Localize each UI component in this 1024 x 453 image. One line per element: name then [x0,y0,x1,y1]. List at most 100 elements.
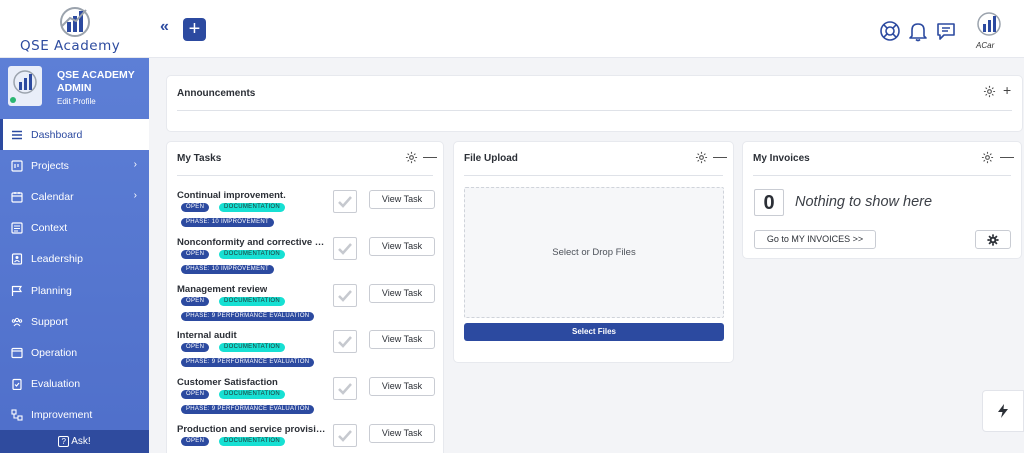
task-title: Customer Satisfaction [177,377,278,388]
task-complete-checkbox[interactable] [333,237,357,260]
minimize-icon[interactable]: — [423,149,437,163]
phase-badge: PHASE: 9 PERFORMANCE EVALUATION [181,405,315,414]
sidebar-item-dashboard[interactable]: Dashboard [0,119,149,151]
task-item: Customer Satisfaction OPEN DOCUMENTATION… [177,377,437,424]
bell-icon[interactable] [907,20,929,42]
gear-icon[interactable] [981,151,994,164]
task-complete-checkbox[interactable] [333,284,357,307]
view-task-button[interactable]: View Task [369,284,435,303]
divider [464,175,723,176]
type-badge: DOCUMENTATION [219,203,286,212]
edit-profile-link[interactable]: Edit Profile [57,97,96,106]
sidebar-item-support[interactable]: Support [0,306,149,337]
announcements-title: Announcements [177,88,256,99]
gear-icon[interactable] [695,151,708,164]
file-dropzone[interactable]: Select or Drop Files [464,187,724,318]
view-task-button[interactable]: View Task [369,237,435,256]
gear-icon[interactable] [983,85,996,98]
task-complete-checkbox[interactable] [333,424,357,447]
profile-avatar[interactable] [8,66,42,106]
sidebar-item-improvement[interactable]: Improvement [0,400,149,431]
sidebar-item-label: Support [31,315,68,328]
task-complete-checkbox[interactable] [333,330,357,353]
check-icon [338,290,352,302]
check-icon [338,336,352,348]
type-badge: DOCUMENTATION [219,250,286,259]
announcements-card: Announcements + [166,75,1023,132]
status-badge: OPEN [181,203,210,212]
task-title: Internal audit [177,330,237,341]
invoice-count: 0 [754,189,784,216]
divider [753,175,1011,176]
question-icon: ? [58,436,70,447]
sidebar-item-calendar[interactable]: Calendar › [0,181,149,212]
add-button[interactable]: + [183,18,206,41]
type-badge: DOCUMENTATION [219,297,286,306]
type-badge: DOCUMENTATION [219,437,286,446]
sidebar-item-context[interactable]: Context [0,213,149,244]
task-complete-checkbox[interactable] [333,377,357,400]
check-icon [338,383,352,395]
my-invoices-card: My Invoices — 0 Nothing to show here Go … [742,141,1022,259]
view-task-button[interactable]: View Task [369,190,435,209]
add-icon[interactable]: + [1003,83,1011,97]
gear-icon[interactable] [405,151,418,164]
view-task-button[interactable]: View Task [369,377,435,396]
quick-action-button[interactable] [982,390,1024,432]
sidebar-item-planning[interactable]: Planning [0,275,149,306]
avatar-logo-icon [10,70,37,103]
sidebar-item-projects[interactable]: Projects › [0,150,149,181]
sidebar-item-evaluation[interactable]: Evaluation [0,369,149,400]
user-avatar[interactable]: ACar [970,10,1008,50]
task-item: Nonconformity and corrective a... OPEN D… [177,237,437,284]
avatar-logo-icon [977,12,1001,36]
select-files-button[interactable]: Select Files [464,323,724,341]
profile-name: QSE ACADEMY ADMIN [57,69,135,95]
sidebar-item-label: Improvement [31,409,93,422]
task-title: Continual improvement. [177,190,286,201]
task-title: Nonconformity and corrective a... [177,237,325,248]
view-task-button[interactable]: View Task [369,330,435,349]
context-icon [10,221,24,235]
sidebar-item-leadership[interactable]: Leadership [0,244,149,275]
brand-logo[interactable]: QSE Academy [18,4,133,54]
task-title: Management review [177,284,268,295]
sidebar-item-label: Context [31,222,68,235]
minimize-icon[interactable]: — [713,149,727,163]
lightning-icon [998,404,1008,418]
task-item: Management review OPEN DOCUMENTATION PHA… [177,284,437,331]
lifebuoy-icon[interactable] [879,20,901,42]
minimize-icon[interactable]: — [1000,149,1014,163]
divider [177,110,1012,111]
task-complete-checkbox[interactable] [333,190,357,213]
sidebar-item-label: Operation [31,346,78,359]
profile-name-line2: ADMIN [57,82,92,94]
status-badge: OPEN [181,437,210,446]
menu-icon [10,128,24,142]
sidebar-item-label: Planning [31,284,72,297]
sidebar-item-label: Dashboard [31,128,83,141]
improvement-icon [10,408,24,422]
support-icon [10,315,24,329]
go-to-invoices-button[interactable]: Go to MY INVOICES >> [754,230,876,249]
my-invoices-title: My Invoices [753,153,810,164]
file-upload-card: File Upload — Select or Drop Files Selec… [453,141,734,363]
file-upload-title: File Upload [464,153,518,164]
status-badge: OPEN [181,297,210,306]
leadership-icon [10,252,24,266]
chat-icon[interactable] [935,20,957,42]
sidebar-item-label: Projects [31,159,69,172]
invoice-settings-button[interactable] [975,230,1011,249]
sidebar-item-operation[interactable]: Operation [0,337,149,368]
check-icon [338,196,352,208]
check-icon [338,243,352,255]
gear-icon [987,233,999,246]
view-task-button[interactable]: View Task [369,424,435,443]
dropzone-text: Select or Drop Files [552,247,636,258]
collapse-sidebar-button[interactable]: « [160,18,169,36]
sidebar-item-label: Evaluation [31,378,81,391]
ask-button[interactable]: ? Ask! [0,430,149,453]
status-badge: OPEN [181,343,210,352]
empty-state-text: Nothing to show here [795,194,933,210]
calendar-icon [10,190,24,204]
